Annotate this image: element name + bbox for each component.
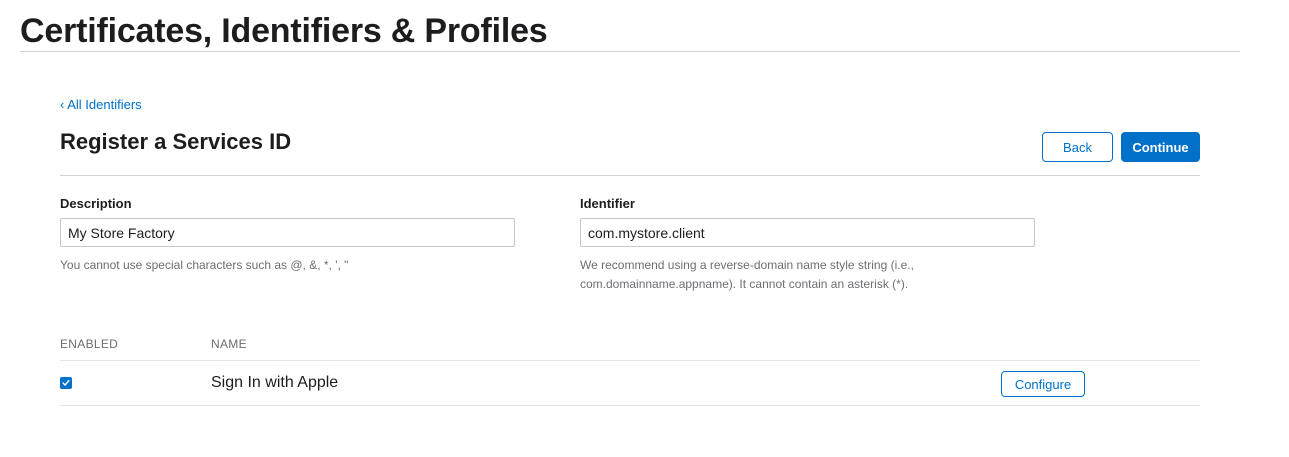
identifier-input[interactable] <box>580 218 1035 247</box>
capability-name: Sign In with Apple <box>211 374 339 391</box>
back-button[interactable]: Back <box>1042 132 1113 162</box>
divider <box>60 175 1200 176</box>
page-header: Certificates, Identifiers & Profiles <box>20 10 1240 52</box>
description-input[interactable] <box>60 218 515 247</box>
column-header-name: NAME <box>211 337 247 351</box>
identifier-help-text: We recommend using a reverse-domain name… <box>580 256 1035 294</box>
configure-button[interactable]: Configure <box>1001 371 1085 397</box>
section-title: Register a Services ID <box>60 129 292 154</box>
description-help-text: You cannot use special characters such a… <box>60 258 349 272</box>
table-header: ENABLED NAME <box>60 335 1200 361</box>
checkmark-icon <box>62 380 70 386</box>
page-title: Certificates, Identifiers & Profiles <box>20 12 548 50</box>
continue-button[interactable]: Continue <box>1121 132 1200 162</box>
all-identifiers-link[interactable]: ‹ All Identifiers <box>60 97 142 112</box>
capabilities-table: ENABLED NAME Sign In with Apple Configur… <box>60 335 1200 406</box>
identifier-help-line-1: We recommend using a reverse-domain name… <box>580 258 914 272</box>
identifier-field-group: Identifier We recommend using a reverse-… <box>580 196 1035 294</box>
table-row: Sign In with Apple Configure <box>60 361 1200 406</box>
sign-in-with-apple-checkbox[interactable] <box>60 377 72 389</box>
identifier-label: Identifier <box>580 196 635 211</box>
identifier-help-line-2: com.domainname.appname). It cannot conta… <box>580 277 909 291</box>
description-label: Description <box>60 196 132 211</box>
column-header-enabled: ENABLED <box>60 337 119 351</box>
description-field-group: Description You cannot use special chara… <box>60 196 515 275</box>
